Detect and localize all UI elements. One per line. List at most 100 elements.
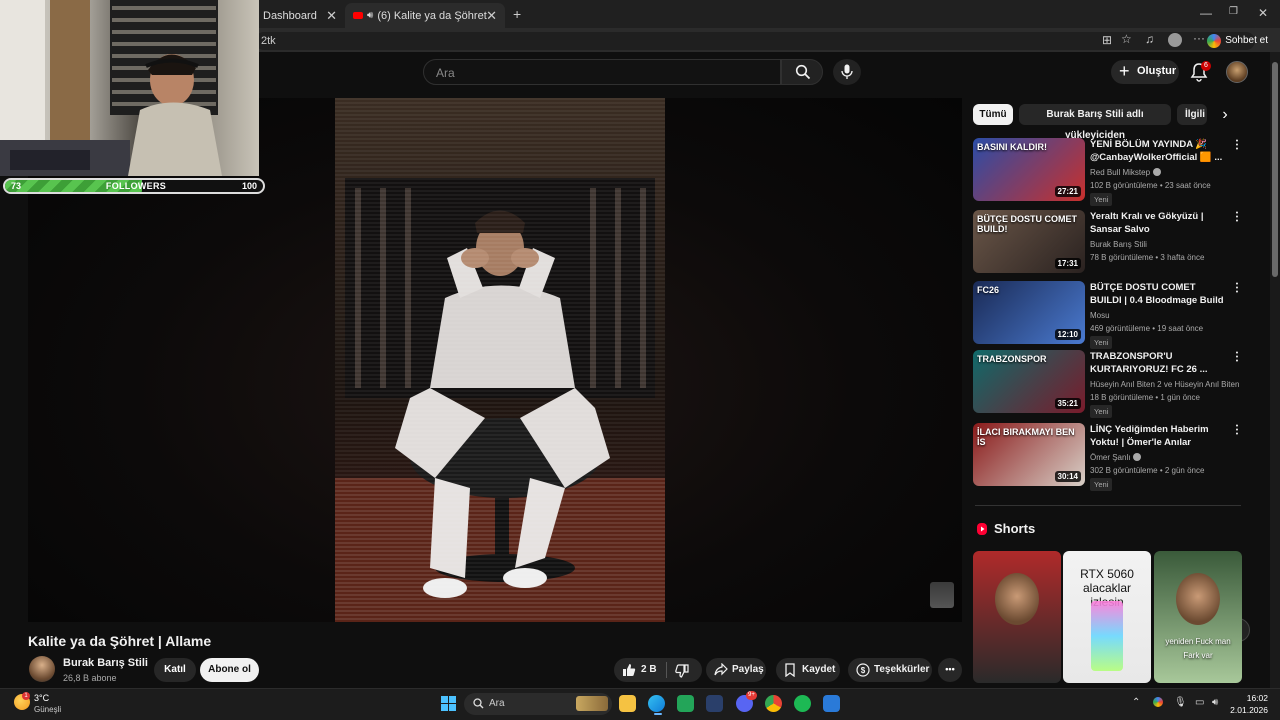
url-text: 2tk <box>261 35 276 47</box>
video-thumbnail[interactable]: TRABZONSPOR 35:21 <box>973 350 1085 413</box>
short-card[interactable]: yeniden Fuck man Fark var <box>1154 551 1242 683</box>
microphone-tray-icon[interactable]: 🎙︎ <box>1174 697 1187 708</box>
account-avatar[interactable] <box>1226 61 1248 83</box>
thanks-button[interactable]: $ Teşekkürler <box>848 658 932 682</box>
share-button[interactable]: Paylaş <box>706 658 766 682</box>
speaker-icon[interactable]: 🔊︎ <box>367 10 373 21</box>
kebab-menu-icon[interactable]: • • • <box>1233 210 1241 225</box>
recommendation-channel[interactable]: Mosu <box>1090 311 1110 320</box>
video-thumbnail[interactable]: FC26 12:10 <box>973 281 1085 344</box>
display-tray-icon[interactable]: ▭ <box>1195 697 1204 708</box>
channel-avatar[interactable] <box>29 656 55 682</box>
chips-next-button[interactable]: › <box>1207 102 1243 128</box>
profile-icon[interactable] <box>1168 33 1182 47</box>
weather-description[interactable]: Güneşli <box>34 705 61 714</box>
pinned-app-icon[interactable] <box>823 695 840 712</box>
new-tab-button[interactable]: + <box>513 6 521 22</box>
video-title: Kalite ya da Şöhret | Allame <box>28 633 212 649</box>
chip-all[interactable]: Tümü <box>973 104 1013 125</box>
join-button[interactable]: Katıl <box>154 658 196 682</box>
close-tab-icon[interactable]: ✕ <box>486 8 497 24</box>
create-button[interactable]: + Oluştur <box>1111 60 1179 84</box>
video-duration: 17:31 <box>1054 258 1081 269</box>
video-thumbnail[interactable]: BÜTÇE DOSTU COMET BUILD! 17:31 <box>973 210 1085 273</box>
kebab-menu-icon[interactable]: • • • <box>1233 350 1241 365</box>
like-divider <box>666 662 667 678</box>
tab-label: Dashboard <box>263 9 317 22</box>
recommendation-title[interactable]: YENİ BÖLÜM YAYINDA 🎉 @CanbayWolkerOffici… <box>1090 138 1228 164</box>
recommendation-channel[interactable]: Burak Barış Stili <box>1090 240 1147 249</box>
bookmark-star-icon[interactable]: ☆ <box>1121 32 1132 46</box>
recommendation-item[interactable]: BASINI KALDIR! 27:21 YENİ BÖLÜM YAYINDA 🎉 … <box>973 138 1243 206</box>
recommendation-channel[interactable]: Ömer Şanlı <box>1090 453 1142 462</box>
tray-overflow-chevron-icon[interactable]: ⌃ <box>1132 697 1140 708</box>
chip-related[interactable]: İlgili <box>1177 104 1207 125</box>
recommendation-item[interactable]: İLACI BIRAKMAYI BEN İS 30:14 LİNÇ Yediğimd… <box>973 423 1243 491</box>
shorts-logo-icon <box>977 523 987 535</box>
channel-name-text: Hüseyin Anıl Biten 2 ve Hüseyin Anıl Bit… <box>1090 380 1240 389</box>
dislike-button[interactable] <box>675 664 689 678</box>
recommendation-item[interactable]: FC26 12:10 BÜTÇE DOSTU COMET BUILDI | 0.4 … <box>973 281 1243 349</box>
search-button[interactable] <box>781 59 823 85</box>
thumbnail-caption: İLACI BIRAKMAYI BEN İS <box>977 427 1075 447</box>
file-explorer-icon[interactable] <box>619 695 636 712</box>
kebab-menu-icon[interactable]: • • • <box>1233 138 1241 153</box>
new-badge: Yeni <box>1090 478 1113 491</box>
chat-button[interactable]: Sohbet et <box>1203 31 1274 51</box>
video-player[interactable] <box>28 98 962 622</box>
minimize-button[interactable]: — <box>1200 6 1212 20</box>
channel-name[interactable]: Burak Barış Stili <box>63 657 148 669</box>
windows-start-icon[interactable] <box>441 696 456 711</box>
voice-search-button[interactable] <box>833 59 861 85</box>
app-install-icon[interactable]: ⊞ <box>1102 33 1112 47</box>
page-scrollbar[interactable] <box>1270 52 1280 688</box>
short-card[interactable] <box>973 551 1061 683</box>
volume-tray-icon[interactable]: 🔊︎ <box>1212 697 1218 708</box>
recommendation-channel[interactable]: Red Bull Mikstep <box>1090 168 1162 177</box>
tab-video[interactable]: 🔊︎ (6) Kalite ya da Şöhret | Allame ✕ <box>345 3 505 28</box>
chrome-browser-icon[interactable] <box>765 695 782 712</box>
copilot-icon <box>1207 34 1222 48</box>
close-tab-icon[interactable]: ✕ <box>326 8 337 24</box>
scrollbar-thumb[interactable] <box>1272 62 1278 277</box>
youtube-favicon-icon <box>353 12 363 19</box>
recommendation-item[interactable]: TRABZONSPOR 35:21 TRABZONSPOR'U KURTARIYOR… <box>973 350 1243 418</box>
short-card[interactable]: RTX 5060 alacaklar izlesin <box>1063 551 1151 683</box>
chip-from-uploader[interactable]: Burak Barış Stili adlı yükleyiciden <box>1019 104 1171 141</box>
more-actions-button[interactable]: ••• <box>938 658 962 682</box>
short-caption: yeniden Fuck man Fark var <box>1165 637 1231 660</box>
recommendation-title[interactable]: Yeraltı Kralı ve Gökyüzü | Sansar Salvo <box>1090 210 1228 236</box>
recommendation-channel[interactable]: Hüseyin Anıl Biten 2 ve Hüseyin Anıl Bit… <box>1090 380 1239 389</box>
search-input[interactable]: Ara <box>423 59 781 85</box>
terminal-app-icon[interactable] <box>677 695 694 712</box>
close-window-button[interactable]: ✕ <box>1258 6 1268 20</box>
network-app-icon[interactable] <box>706 695 723 712</box>
recommendation-title[interactable]: LİNÇ Yediğimden Haberim Yoktu! | Ömer'le… <box>1090 423 1228 450</box>
recommendation-title[interactable]: BÜTÇE DOSTU COMET BUILDI | 0.4 Bloodmage… <box>1090 281 1228 308</box>
spotify-icon[interactable] <box>794 695 811 712</box>
copilot-tray-icon[interactable] <box>1153 697 1163 707</box>
taskbar-clock-time[interactable]: 16:02 <box>1236 693 1268 703</box>
video-thumbnail[interactable]: İLACI BIRAKMAYI BEN İS 30:14 <box>973 423 1085 486</box>
recommendation-title[interactable]: TRABZONSPOR'U KURTARIYORUZ! FC 26 ... <box>1090 350 1228 376</box>
kebab-menu-icon[interactable]: • • • <box>1233 423 1241 438</box>
edge-browser-icon[interactable] <box>648 695 665 712</box>
thumbnail-caption: BASINI KALDIR! <box>977 142 1047 152</box>
taskbar-clock-date[interactable]: 2.01.2026 <box>1226 705 1268 715</box>
taskbar-search-box[interactable]: Ara <box>464 693 612 715</box>
video-thumbnail[interactable]: BASINI KALDIR! 27:21 <box>973 138 1085 201</box>
like-button[interactable] <box>622 663 636 677</box>
media-control-icon[interactable]: ♫ <box>1145 32 1154 46</box>
video-duration: 35:21 <box>1054 398 1081 409</box>
save-button[interactable]: Kaydet <box>776 658 840 682</box>
recommendation-item[interactable]: BÜTÇE DOSTU COMET BUILD! 17:31 Yeraltı Kra… <box>973 210 1243 274</box>
channel-watermark[interactable] <box>930 582 954 608</box>
recommendation-meta: 302 B görüntüleme • 2 gün önce <box>1090 466 1205 475</box>
new-badge: Yeni <box>1090 193 1113 206</box>
subscribe-button[interactable]: Abone ol <box>200 658 259 682</box>
verified-check-icon <box>1153 168 1162 176</box>
weather-temperature[interactable]: 3°C <box>34 693 49 703</box>
kebab-menu-icon[interactable]: • • • <box>1233 281 1241 296</box>
tab-dashboard[interactable]: Dashboard ✕ <box>255 3 345 28</box>
restore-button[interactable]: ❐ <box>1229 6 1238 17</box>
